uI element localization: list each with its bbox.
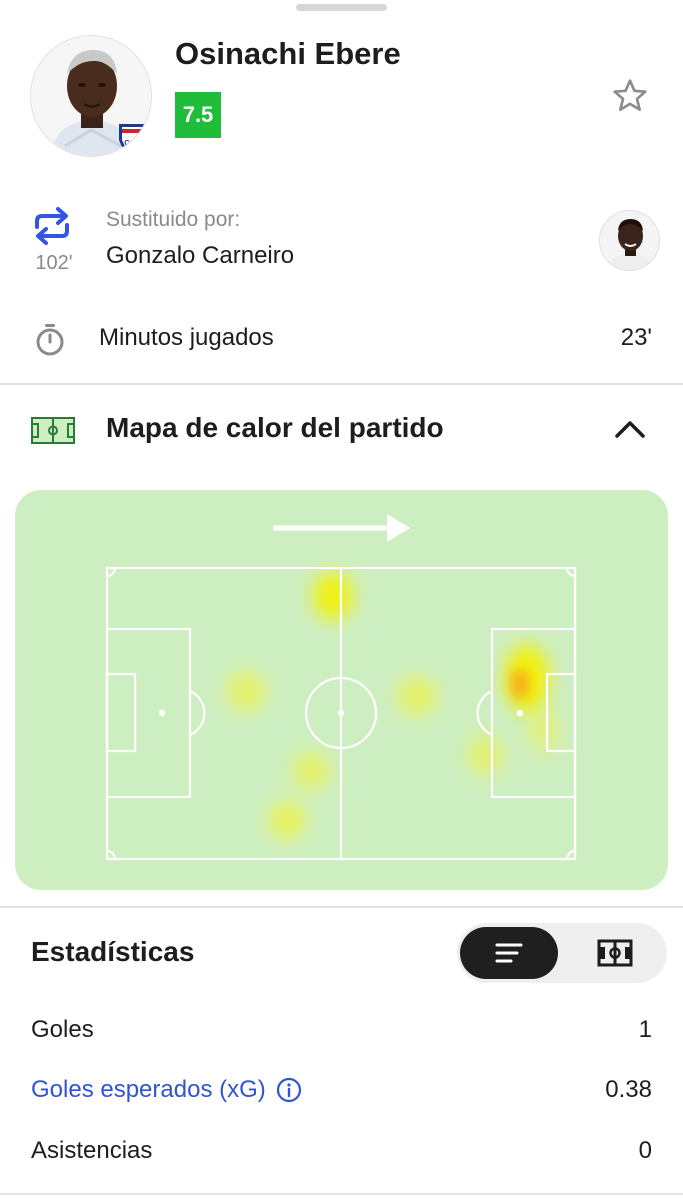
pitch-view-icon <box>597 939 633 967</box>
expected-goals-link[interactable]: Goles esperados (xG) <box>31 1076 302 1104</box>
minutes-played-value: 23' <box>620 324 652 351</box>
minutes-played-label: Minutos jugados <box>99 324 274 351</box>
rating-badge: 7.5 <box>175 92 221 138</box>
stat-value: 0 <box>638 1137 652 1164</box>
heat-spots <box>226 572 559 839</box>
pitch-spots <box>158 709 524 717</box>
player-name: Osinachi Ebere <box>175 36 401 71</box>
stat-row-assists: Asistencias 0 <box>31 1131 652 1171</box>
svg-text:C.N.F: C.N.F <box>124 138 144 147</box>
heatmap-title: Mapa de calor del partido <box>106 412 444 443</box>
stat-row-expected-goals: Goles esperados (xG) 0.38 <box>31 1070 652 1110</box>
stat-label: Goles <box>31 1016 94 1043</box>
player-avatar: C.N.F <box>30 35 152 157</box>
swap-arrows-icon <box>31 205 73 247</box>
section-divider <box>0 1193 683 1195</box>
heatmap-card <box>15 490 668 890</box>
stat-label: Asistencias <box>31 1137 153 1164</box>
stats-view-toggle <box>457 923 667 983</box>
substitute-player-name[interactable]: Gonzalo Carneiro <box>106 242 294 270</box>
pitch-view-button[interactable] <box>567 927 663 979</box>
substitution-caption: Sustituido por: <box>106 208 241 231</box>
attack-direction-arrow <box>273 514 410 542</box>
stat-value: 1 <box>638 1016 652 1043</box>
info-icon[interactable] <box>276 1077 302 1103</box>
chevron-up-icon[interactable] <box>612 414 648 444</box>
stat-row-goals: Goles 1 <box>31 1010 652 1050</box>
substitute-avatar[interactable] <box>599 210 660 271</box>
section-divider <box>0 383 683 385</box>
pitch-icon <box>31 417 75 444</box>
list-view-button[interactable] <box>460 927 558 979</box>
list-icon <box>495 943 523 963</box>
stat-value: 0.38 <box>605 1076 652 1103</box>
sheet-drag-handle[interactable] <box>296 4 387 11</box>
section-divider <box>0 906 683 908</box>
stats-title: Estadísticas <box>31 936 195 967</box>
stat-label: Goles esperados (xG) <box>31 1076 266 1103</box>
stopwatch-icon <box>34 322 66 358</box>
substitution-minute: 102' <box>35 252 73 274</box>
star-icon[interactable] <box>610 76 650 116</box>
